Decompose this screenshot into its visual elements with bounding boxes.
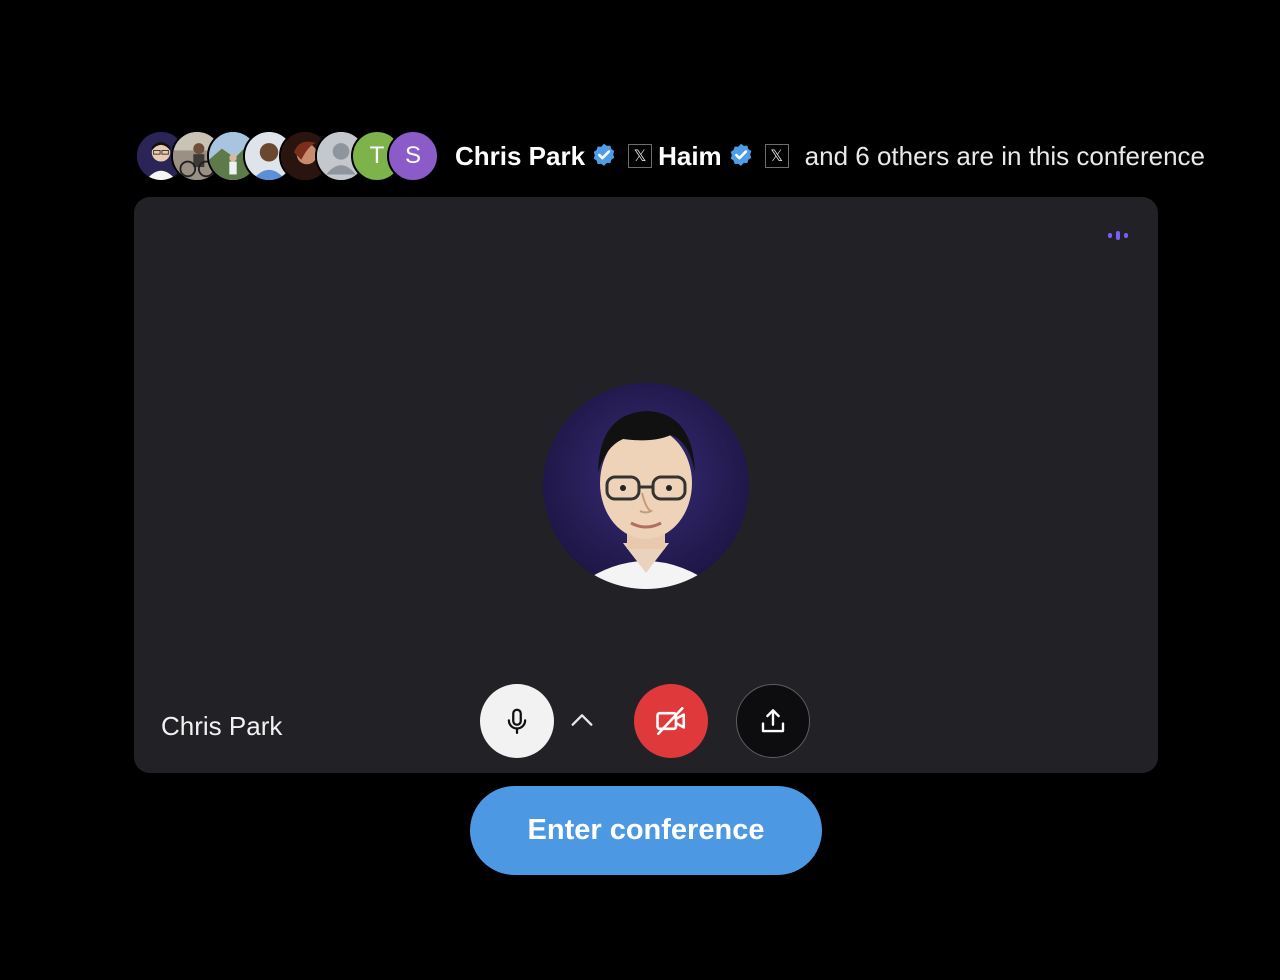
enter-conference-button[interactable]: Enter conference — [470, 786, 822, 875]
chevron-up-icon — [571, 714, 593, 726]
camera-off-icon — [656, 706, 686, 736]
participant-name-label: Chris Park — [161, 711, 283, 741]
verified-badge-icon — [590, 142, 618, 170]
participants-bar: T S Chris Park 𝕏 Haim 𝕏 and 6 others are… — [135, 130, 1205, 182]
participant-name-primary[interactable]: Chris Park — [455, 141, 585, 172]
camera-toggle-button[interactable] — [634, 684, 708, 758]
video-preview-panel: Chris Park — [134, 197, 1158, 773]
audio-level-icon — [1108, 231, 1128, 240]
participants-summary: Chris Park 𝕏 Haim 𝕏 and 6 others are in … — [455, 141, 1205, 172]
participant-name-secondary[interactable]: Haim — [658, 141, 722, 172]
microphone-button[interactable] — [480, 684, 554, 758]
others-count-text: and 6 others are in this conference — [804, 140, 1206, 171]
verified-badge-icon — [727, 142, 755, 170]
x-affiliation-badge: 𝕏 — [628, 144, 653, 168]
profile-photo-icon — [543, 383, 749, 589]
conference-lobby: T S Chris Park 𝕏 Haim 𝕏 and 6 others are… — [0, 0, 1280, 980]
microphone-icon — [507, 708, 527, 734]
share-upload-icon — [761, 709, 785, 733]
x-affiliation-badge: 𝕏 — [764, 144, 789, 168]
participant-initial-avatar: S — [387, 130, 439, 182]
participant-avatar-stack[interactable]: T S — [135, 130, 439, 182]
share-button[interactable] — [736, 684, 810, 758]
microphone-options-button[interactable] — [564, 702, 600, 738]
